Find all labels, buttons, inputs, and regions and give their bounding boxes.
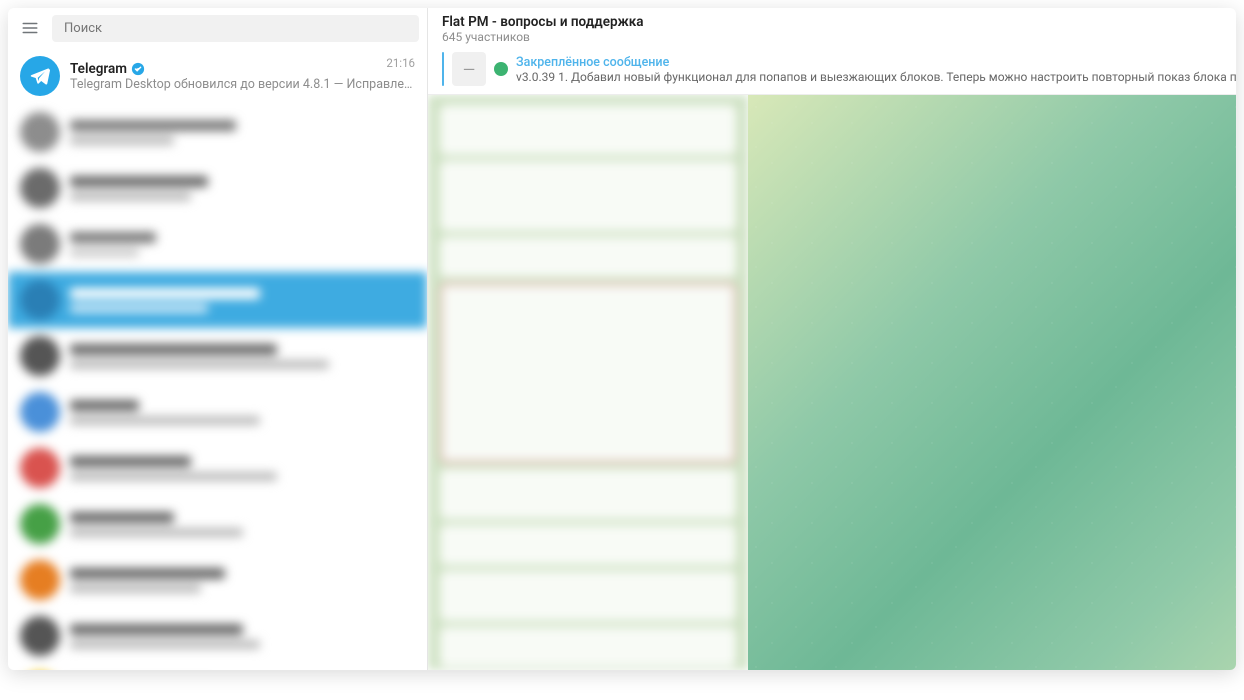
chat-item-telegram[interactable]: Telegram Telegram Desktop обновился до в…: [8, 48, 427, 104]
pin-author-badge: [494, 62, 508, 76]
blurred-chat-list: [8, 104, 427, 670]
chat-area: 22: [428, 95, 1236, 670]
chat-time: 21:16: [386, 56, 415, 70]
pin-body-text: v3.0.39 1. Добавил новый функционал для …: [516, 70, 1236, 84]
chat-body: Telegram Telegram Desktop обновился до в…: [70, 61, 415, 92]
messages-column-blurred: [428, 95, 748, 670]
telegram-icon: [29, 65, 51, 87]
chat-list[interactable]: Telegram Telegram Desktop обновился до в…: [8, 48, 427, 670]
pin-accent: [442, 52, 444, 86]
avatar: [20, 56, 60, 96]
chat-background: 22: [748, 95, 1236, 670]
chat-title: Flat PM - вопросы и поддержка: [442, 14, 1236, 30]
sidebar-header: [8, 8, 427, 48]
pin-thumbnail: —: [452, 52, 486, 86]
search-input[interactable]: [52, 15, 419, 42]
header-info: Flat PM - вопросы и поддержка 645 участн…: [442, 14, 1236, 44]
chat-header[interactable]: Flat PM - вопросы и поддержка 645 участн…: [428, 8, 1236, 48]
app-window: Telegram Telegram Desktop обновился до в…: [8, 8, 1236, 670]
menu-button[interactable]: [16, 14, 44, 42]
sidebar: Telegram Telegram Desktop обновился до в…: [8, 8, 428, 670]
chat-preview: Telegram Desktop обновился до версии 4.8…: [70, 77, 415, 92]
chat-subtitle: 645 участников: [442, 30, 1236, 44]
main-panel: Flat PM - вопросы и поддержка 645 участн…: [428, 8, 1236, 670]
pin-title: Закреплённое сообщение: [516, 55, 1236, 70]
hamburger-icon: [21, 19, 39, 37]
pinned-message-bar[interactable]: — Закреплённое сообщение v3.0.39 1. Доба…: [428, 48, 1236, 95]
pin-text: Закреплённое сообщение v3.0.39 1. Добави…: [516, 55, 1236, 84]
verified-icon: [131, 62, 145, 76]
chat-name-text: Telegram: [70, 61, 127, 77]
